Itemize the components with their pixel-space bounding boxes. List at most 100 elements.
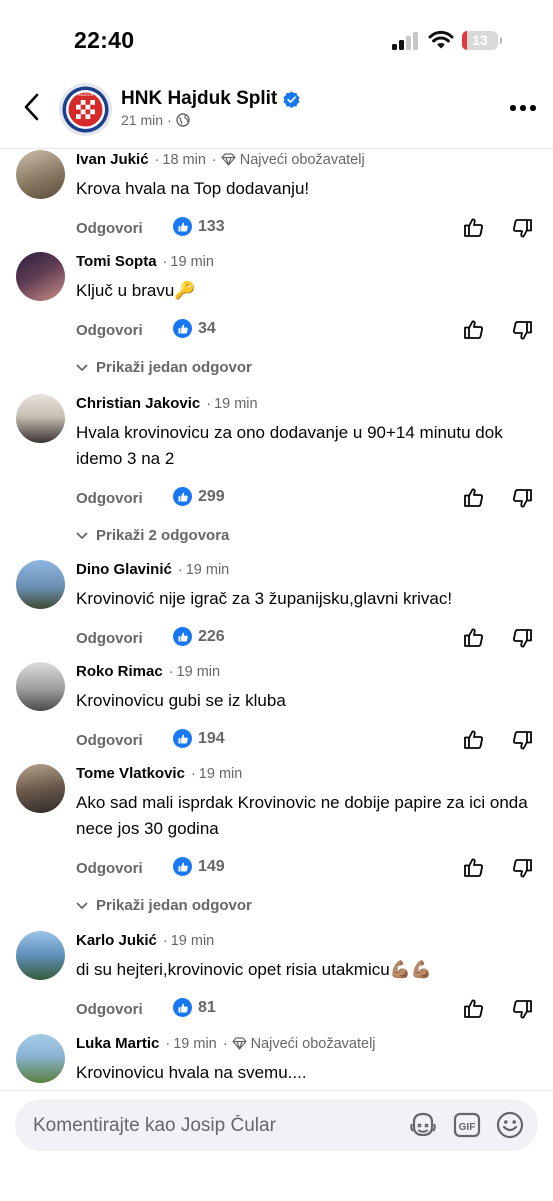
globe-icon	[176, 113, 190, 127]
page-name[interactable]: HNK Hajduk Split	[121, 88, 277, 110]
commenter-avatar[interactable]	[16, 662, 65, 711]
show-replies-button[interactable]: Prikaži jedan odgovor	[76, 897, 252, 914]
page-title[interactable]: HNK Hajduk Split	[121, 88, 300, 110]
like-reaction-icon	[173, 319, 192, 338]
commenter-name[interactable]: Tomi Sopta	[76, 253, 157, 270]
battery-level: 13	[472, 32, 488, 48]
back-button[interactable]	[20, 92, 44, 122]
commenter-avatar[interactable]	[16, 764, 65, 813]
comment-text: Krovinović nije igrač za 3 županijsku,gl…	[76, 589, 453, 608]
downvote-thumb-icon[interactable]	[512, 858, 534, 880]
comment-time: 19 min	[170, 253, 214, 270]
comment-time-sep: ·	[165, 1035, 171, 1052]
reaction-count[interactable]: 34	[173, 319, 216, 338]
verified-badge-icon	[283, 90, 300, 108]
comment-header: Luka Martic · 19 min · Najveći obožavatelj	[76, 1035, 376, 1052]
upvote-thumb-icon[interactable]	[462, 486, 484, 508]
like-reaction-icon	[173, 998, 192, 1017]
comment-time: 19 min	[176, 663, 221, 680]
like-count: 81	[198, 998, 216, 1016]
comment-composer[interactable]: GIF	[15, 1099, 538, 1151]
reply-button[interactable]: Odgovori	[76, 490, 143, 507]
reaction-count[interactable]: 81	[173, 998, 216, 1017]
comment-actions: Odgovori 194	[76, 728, 546, 754]
svg-text:GIF: GIF	[459, 1122, 476, 1133]
reaction-count[interactable]: 133	[173, 217, 225, 236]
reply-button[interactable]: Odgovori	[76, 630, 143, 647]
reaction-count[interactable]: 299	[173, 487, 225, 506]
comment-header: Ivan Jukić · 18 min · Najveći obožavatelj	[76, 151, 365, 168]
show-replies-button[interactable]: Prikaži jedan odgovor	[76, 359, 252, 376]
commenter-name[interactable]: Tome Vlatkovic	[76, 765, 185, 782]
downvote-thumb-icon[interactable]	[512, 730, 534, 752]
upvote-thumb-icon[interactable]	[462, 728, 484, 750]
commenter-name[interactable]: Ivan Jukić	[76, 151, 149, 168]
like-count: 194	[198, 729, 225, 747]
like-reaction-icon	[173, 217, 192, 236]
like-count: 149	[198, 857, 225, 875]
comment-input[interactable]	[31, 1111, 395, 1141]
show-replies-label: Prikaži 2 odgovora	[96, 527, 230, 544]
comment-text: Ključ u bravu🔑	[76, 281, 196, 300]
downvote-thumb-icon[interactable]	[512, 320, 534, 342]
reaction-count[interactable]: 194	[173, 729, 225, 748]
reaction-count[interactable]: 149	[173, 857, 225, 876]
commenter-avatar[interactable]	[16, 1034, 65, 1083]
gif-icon[interactable]: GIF	[452, 1110, 482, 1140]
svg-text:HAJDUK: HAJDUK	[77, 92, 93, 97]
top-fan-badge: · Najveći obožavatelj	[222, 1035, 376, 1052]
show-replies-button[interactable]: Prikaži 2 odgovora	[76, 527, 229, 544]
comment-time-sep: ·	[177, 561, 183, 578]
page-avatar[interactable]: HAJDUK	[59, 83, 112, 136]
like-reaction-icon	[173, 627, 192, 646]
show-replies-label: Prikaži jedan odgovor	[96, 359, 252, 376]
badge-label: Najveći obožavatelj	[250, 1035, 376, 1052]
commenter-name[interactable]: Karlo Jukić	[76, 932, 157, 949]
commenter-avatar[interactable]	[16, 252, 65, 301]
comment-time: 18 min	[162, 151, 206, 168]
downvote-thumb-icon[interactable]	[512, 218, 534, 240]
downvote-thumb-icon[interactable]	[512, 488, 534, 510]
upvote-thumb-icon[interactable]	[462, 216, 484, 238]
commenter-avatar[interactable]	[16, 150, 65, 199]
upvote-thumb-icon[interactable]	[462, 626, 484, 648]
reply-button[interactable]: Odgovori	[76, 860, 143, 877]
badge-label: Najveći obožavatelj	[239, 151, 365, 168]
upvote-thumb-icon[interactable]	[462, 318, 484, 340]
like-count: 133	[198, 217, 225, 235]
upvote-thumb-icon[interactable]	[462, 997, 484, 1019]
like-count: 34	[198, 319, 216, 337]
downvote-thumb-icon[interactable]	[512, 999, 534, 1021]
comment-time: 19 min	[198, 765, 243, 782]
status-bar: 22:40 13	[0, 0, 553, 80]
commenter-avatar[interactable]	[16, 394, 65, 443]
comment-time: 19 min	[170, 932, 215, 949]
comment-actions: Odgovori 226	[76, 626, 546, 652]
commenter-name[interactable]: Roko Rimac	[76, 663, 163, 680]
reaction-count[interactable]: 226	[173, 627, 225, 646]
meta-separator: ·	[167, 112, 172, 128]
upvote-thumb-icon[interactable]	[462, 856, 484, 878]
like-count: 299	[198, 487, 225, 505]
reply-button[interactable]: Odgovori	[76, 322, 143, 339]
avatar-sticker-icon[interactable]	[408, 1110, 438, 1140]
comment-header: Christian Jakovic · 19 min	[76, 395, 258, 412]
commenter-name[interactable]: Dino Glavinić	[76, 561, 172, 578]
comment-text: Krova hvala na Top dodavanju!	[76, 179, 310, 198]
commenter-avatar[interactable]	[16, 560, 65, 609]
commenter-avatar[interactable]	[16, 931, 65, 980]
commenter-name[interactable]: Luka Martic	[76, 1035, 159, 1052]
more-options-button[interactable]	[510, 104, 536, 114]
downvote-thumb-icon[interactable]	[512, 628, 534, 650]
reply-button[interactable]: Odgovori	[76, 1001, 143, 1018]
reply-button[interactable]: Odgovori	[76, 732, 143, 749]
emoji-icon[interactable]	[495, 1110, 525, 1140]
club-crest-icon: HAJDUK	[62, 86, 109, 133]
comment-actions: Odgovori 34	[76, 318, 546, 344]
reply-button[interactable]: Odgovori	[76, 220, 143, 237]
like-reaction-icon	[173, 487, 192, 506]
comment-time: 19 min	[214, 395, 258, 412]
commenter-name[interactable]: Christian Jakovic	[76, 395, 200, 412]
comment-time-sep: ·	[162, 253, 168, 270]
comment-text: di su hejteri,krovinovic opet risia utak…	[76, 960, 433, 979]
